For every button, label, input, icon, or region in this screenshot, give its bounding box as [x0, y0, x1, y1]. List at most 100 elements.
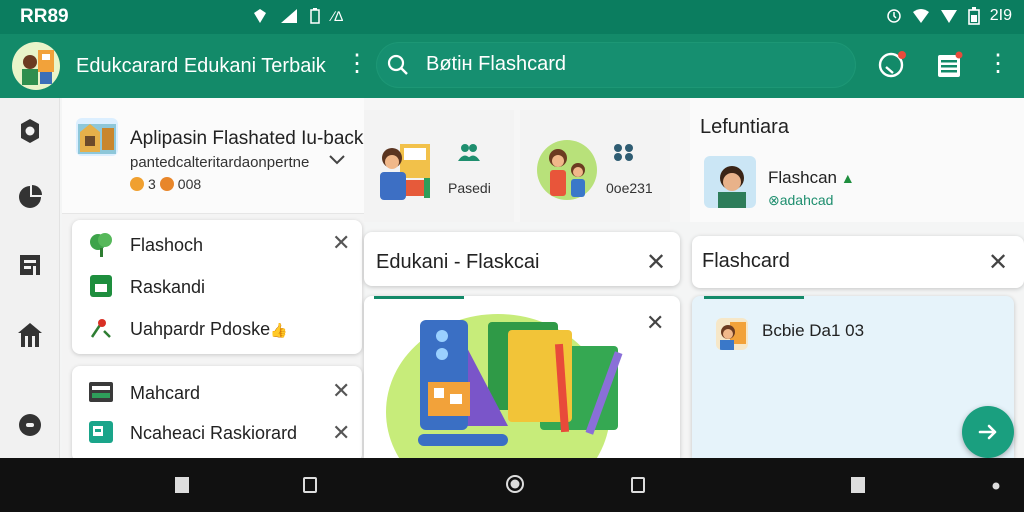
- close-icon[interactable]: ✕: [646, 310, 664, 336]
- home-button-icon[interactable]: [506, 475, 524, 493]
- people-icon: [458, 144, 480, 161]
- sync-icon: [878, 51, 906, 78]
- rail-record-button[interactable]: [15, 410, 45, 440]
- list-item[interactable]: Raskandi: [72, 266, 362, 306]
- deck-count: 0oe231: [606, 180, 653, 196]
- list-item[interactable]: Uahpardr Pdoske👍: [72, 308, 362, 348]
- signal-icon: [281, 9, 297, 23]
- square-icon: [86, 272, 116, 300]
- list-item[interactable]: Mahcard ✕: [72, 372, 362, 412]
- recommended-title: Aplipasin Flashated Iu-back: [130, 128, 364, 149]
- app-bar: Edukcarard Edukani Terbaik ⋮ Bøtiн Flash…: [0, 34, 1024, 98]
- overview-icon[interactable]: [630, 476, 646, 494]
- recommended-subtitle: pantedcalteritardaonpertne: [130, 154, 310, 171]
- recommended-count: 008: [177, 176, 202, 192]
- chevron-down-icon[interactable]: [328, 150, 346, 171]
- status-icons-left: ∕∆: [252, 8, 343, 24]
- deck-count: Pasedi: [448, 180, 491, 196]
- deck-tile[interactable]: 0oe231: [520, 110, 670, 222]
- check-badge-icon: ⊗: [768, 192, 780, 208]
- recommended-thumbnail: [76, 118, 118, 156]
- entry-label: Bcbie Da1 03: [762, 321, 865, 340]
- battery-full-icon: [967, 7, 980, 25]
- app-logo[interactable]: [12, 42, 60, 90]
- progress-bar: [374, 296, 464, 299]
- overflow-menu-button[interactable]: ⋮: [986, 52, 1010, 76]
- close-icon[interactable]: ✕: [332, 232, 350, 254]
- group-icon: [614, 144, 633, 161]
- notes-icon: [938, 51, 963, 77]
- status-bar: RR89 ∕∆ 2I9: [0, 0, 1024, 34]
- right-panel: Lefuntiara Flashcan ▲ ⊗adahcad: [690, 98, 1024, 222]
- clock: 2I9: [989, 7, 1012, 24]
- search-icon: [387, 54, 408, 75]
- status-icons-right: 2I9: [886, 7, 1012, 25]
- rail-home-button[interactable]: [15, 320, 45, 350]
- rail-decks-button[interactable]: [15, 250, 45, 280]
- coin-icon: [130, 177, 144, 191]
- dot-indicator-icon: [992, 482, 1000, 490]
- close-icon[interactable]: ✕: [332, 380, 350, 402]
- menu-card-1: Flashoch ✕ Raskandi Uahpardr Pdoske👍: [72, 220, 362, 354]
- student-illustration: [380, 144, 430, 200]
- stop-square-icon[interactable]: [850, 476, 866, 494]
- list-item-label: Flashoch: [130, 235, 204, 255]
- notes-button[interactable]: [932, 47, 968, 83]
- menu-card-2: Mahcard ✕ Ncaheaci Raskiorard ✕: [72, 366, 362, 462]
- chat-card-icon: [86, 418, 116, 446]
- list-item-label: Mahcard: [130, 383, 201, 403]
- recommended-card[interactable]: Aplipasin Flashated Iu-back pantedcalter…: [62, 98, 364, 214]
- deck-tile[interactable]: Pasedi: [364, 110, 514, 222]
- status-text: ∕∆: [332, 8, 343, 24]
- home-icon: [18, 323, 42, 347]
- tree-icon: [86, 230, 116, 258]
- avatar[interactable]: [704, 156, 756, 208]
- next-fab-button[interactable]: [962, 406, 1014, 458]
- right-panel-header: Lefuntiara: [700, 116, 789, 138]
- pin-icon: [86, 314, 116, 342]
- rail-settings-button[interactable]: [15, 116, 45, 146]
- badge-numeral: 3: [148, 176, 156, 192]
- list-item-label: Raskandi: [130, 277, 206, 297]
- rail-stats-button[interactable]: [15, 182, 45, 212]
- list-item-label: Uahpardr Pdoske👍: [130, 319, 288, 339]
- list-item-label: Ncaheaci Raskiorard: [130, 423, 298, 443]
- search-bar[interactable]: Bøtiн Flashcard: [376, 42, 856, 88]
- chart-icon: [19, 185, 42, 208]
- back-square-icon[interactable]: [174, 476, 190, 494]
- kids-illustration: [537, 140, 597, 200]
- card-stack-icon: [86, 378, 116, 406]
- location-icon: [254, 9, 266, 23]
- list-item[interactable]: Flashoch ✕: [72, 224, 362, 264]
- flag-icon: ▲: [836, 170, 855, 186]
- app-menu-button[interactable]: ⋮: [345, 52, 369, 76]
- system-nav-bar: [0, 458, 1024, 512]
- search-query[interactable]: Bøtiн Flashcard: [426, 53, 566, 76]
- nav-rail: [0, 98, 60, 458]
- left-panel: Aplipasin Flashated Iu-back pantedcalter…: [62, 98, 364, 462]
- right-item-subtitle: ⊗adahcad: [768, 192, 834, 208]
- sync-button[interactable]: [874, 47, 910, 83]
- arrow-right-icon: [978, 424, 997, 440]
- cell-icon: [940, 10, 957, 23]
- carrier-label: RR89: [20, 6, 69, 27]
- close-icon[interactable]: ✕: [646, 248, 666, 277]
- star-icon: [159, 177, 174, 191]
- gear-icon: [21, 119, 39, 143]
- thumbs-up-icon: 👍: [270, 322, 288, 338]
- dialog-1-title: Edukani - Flaskcai: [376, 251, 540, 273]
- dialog-1-body: ✕: [364, 296, 680, 458]
- deck-strip: Pasedi 0oe231: [364, 98, 690, 222]
- battery-icon: [310, 8, 320, 24]
- right-item-title: Flashcan ▲: [768, 168, 855, 187]
- app-title: Edukcarard Edukani Terbaik: [76, 55, 326, 77]
- recommended-stats: 3 008: [130, 176, 201, 192]
- record-icon: [19, 414, 41, 436]
- close-icon[interactable]: ✕: [332, 422, 350, 444]
- recents-icon[interactable]: [302, 476, 318, 494]
- close-icon[interactable]: ✕: [988, 248, 1008, 277]
- dialog-1-header: Edukani - Flaskcai ✕: [364, 232, 680, 286]
- wifi-icon: [912, 9, 929, 23]
- entry-thumbnail: [716, 318, 748, 350]
- list-item[interactable]: Ncaheaci Raskiorard ✕: [72, 412, 362, 452]
